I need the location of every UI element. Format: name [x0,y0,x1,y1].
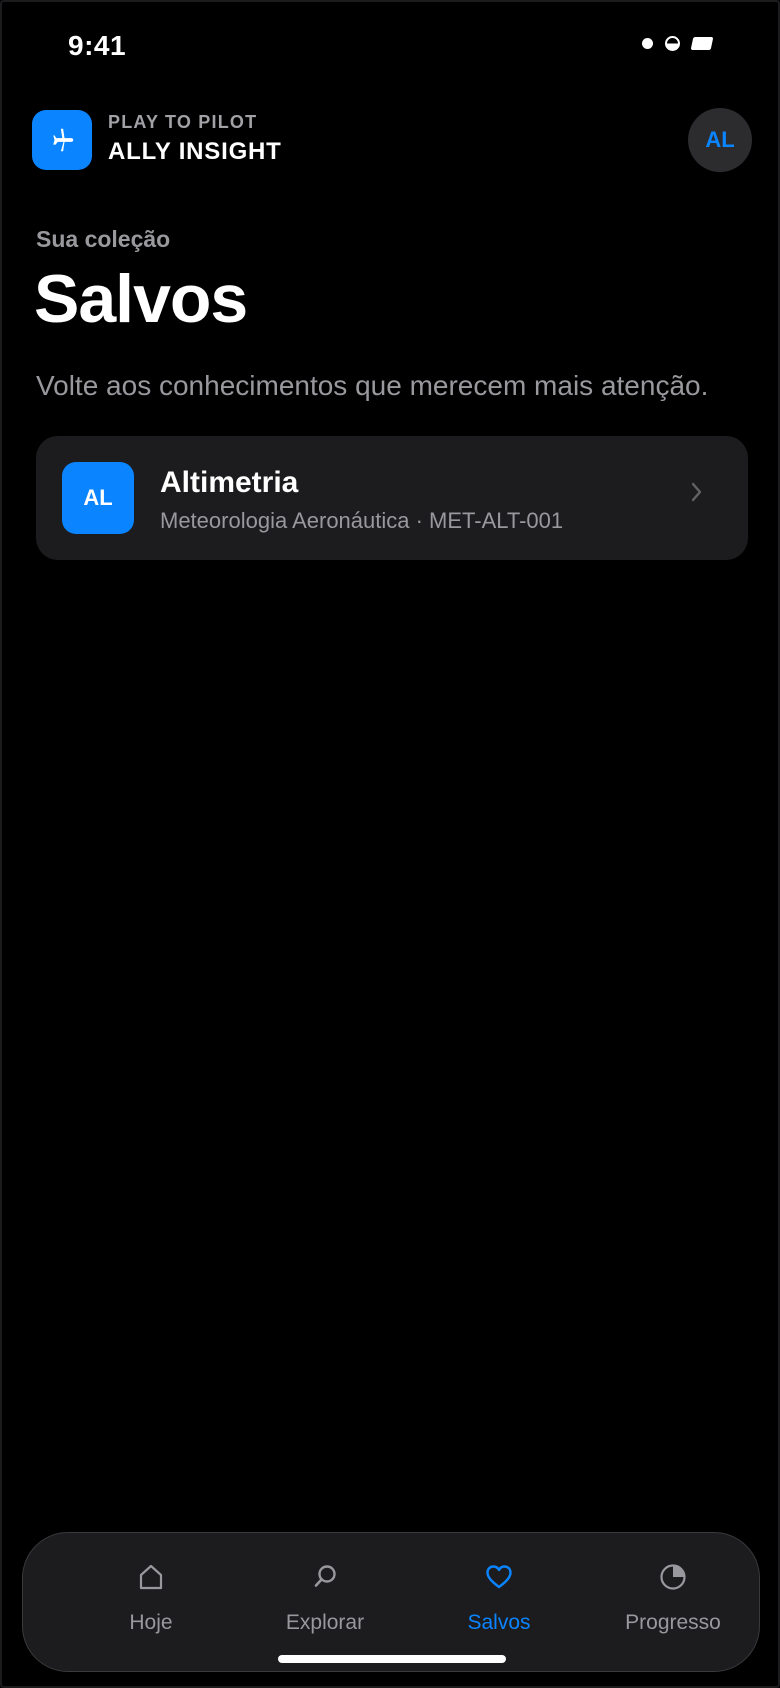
app-screen: 9:41 PLAY TO PILOT ALLY INSIGHT AL Sua c… [0,0,780,1688]
avatar[interactable]: AL [688,108,752,172]
brand-title: ALLY INSIGHT [108,138,282,165]
home-indicator [278,1655,506,1663]
battery-icon [690,37,714,50]
page-title: Salvos [34,261,248,337]
status-time: 9:41 [68,30,127,61]
airplane-icon [32,110,92,170]
search-icon [314,1565,336,1587]
home-icon [139,1564,163,1590]
status-icons [642,36,714,51]
page-subtitle: Volte aos conhecimentos que merecem mais… [36,370,709,401]
heart-icon [486,1565,512,1589]
tab-label-salvos: Salvos [467,1611,531,1634]
signal-dot-icon [642,38,653,49]
chevron-right-icon [691,482,702,502]
saved-item-badge: AL [62,462,134,534]
tab-label-explorar: Explorar [285,1611,365,1634]
tab-explorar[interactable]: Explorar [237,1533,413,1653]
page-eyebrow: Sua coleção [36,226,171,252]
tab-salvos[interactable]: Salvos [411,1533,587,1653]
tab-label-progresso: Progresso [625,1611,721,1634]
saved-item-meta: Meteorologia Aeronáutica · MET-ALT-001 [160,508,564,533]
saved-item-title: Altimetria [160,466,299,499]
brand-kicker: PLAY TO PILOT [108,112,258,132]
tab-hoje[interactable]: Hoje [63,1533,239,1653]
tab-bar: Hoje Explorar Salvos Progresso [22,1532,760,1672]
wifi-icon [665,36,680,51]
tab-label-hoje: Hoje [129,1611,173,1634]
saved-item-card[interactable]: AL Altimetria Meteorologia Aeronáutica ·… [36,436,748,560]
pie-chart-icon [660,1564,686,1590]
tab-progresso[interactable]: Progresso [585,1533,761,1653]
